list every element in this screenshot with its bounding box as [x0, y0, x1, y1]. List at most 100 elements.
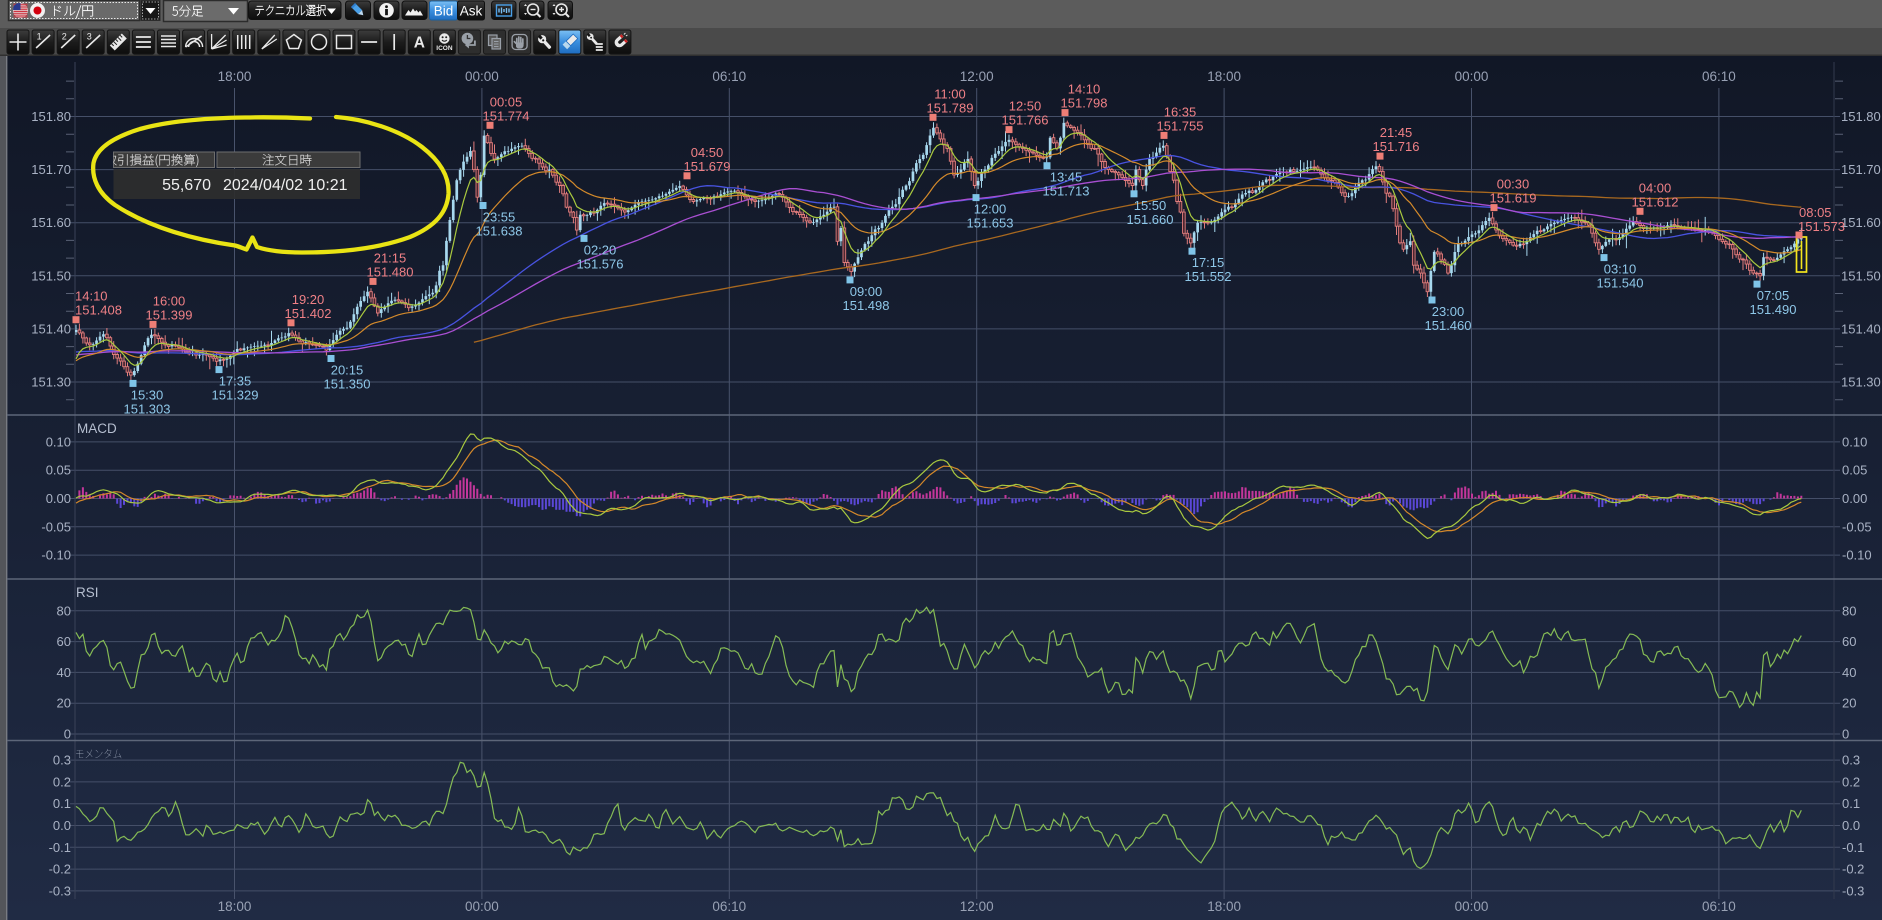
svg-text:151.540: 151.540	[1597, 276, 1644, 291]
svg-text:0.10: 0.10	[1842, 434, 1867, 449]
svg-text:03:10: 03:10	[1604, 262, 1637, 277]
svg-text:14:10: 14:10	[1068, 82, 1101, 97]
svg-text:151.50: 151.50	[31, 268, 71, 283]
svg-text:151.70: 151.70	[1841, 162, 1881, 177]
svg-text:151.716: 151.716	[1373, 139, 1420, 154]
svg-text:15:30: 15:30	[131, 387, 164, 402]
svg-text:-0.1: -0.1	[49, 840, 71, 855]
svg-text:151.766: 151.766	[1002, 113, 1049, 128]
svg-text:06:10: 06:10	[712, 69, 746, 84]
svg-text:55,670: 55,670	[162, 177, 211, 194]
svg-text:00:00: 00:00	[465, 69, 499, 84]
svg-text:151.619: 151.619	[1490, 191, 1537, 206]
svg-text:00:00: 00:00	[465, 899, 499, 914]
svg-text:0.1: 0.1	[1842, 796, 1860, 811]
svg-text:151.573: 151.573	[1798, 219, 1845, 234]
svg-text:151.660: 151.660	[1127, 212, 1174, 227]
svg-text:0.2: 0.2	[53, 774, 71, 789]
svg-text:-0.05: -0.05	[41, 519, 71, 534]
svg-text:0.1: 0.1	[53, 796, 71, 811]
svg-text:06:10: 06:10	[1702, 69, 1736, 84]
svg-text:151.638: 151.638	[476, 224, 523, 239]
svg-text:151.30: 151.30	[1841, 375, 1881, 390]
svg-text:151.329: 151.329	[212, 388, 259, 403]
svg-text:16:35: 16:35	[1164, 104, 1197, 119]
svg-text:0.3: 0.3	[53, 753, 71, 768]
svg-text:151.40: 151.40	[1841, 321, 1881, 336]
svg-text:3: 3	[87, 32, 92, 42]
svg-text:Bid: Bid	[434, 4, 454, 19]
svg-text:00:05: 00:05	[490, 94, 523, 109]
svg-text:12:00: 12:00	[960, 899, 994, 914]
svg-text:21:15: 21:15	[374, 250, 407, 265]
svg-text:151.713: 151.713	[1043, 184, 1090, 199]
svg-text:08:05: 08:05	[1799, 205, 1832, 220]
svg-text:151.679: 151.679	[684, 159, 731, 174]
svg-text:151.60: 151.60	[1841, 215, 1881, 230]
svg-text:02:20: 02:20	[584, 242, 617, 257]
svg-text:0.05: 0.05	[46, 463, 71, 478]
svg-text:151.774: 151.774	[483, 108, 530, 123]
svg-text:-0.10: -0.10	[41, 548, 71, 563]
svg-text:RSI: RSI	[76, 585, 99, 600]
svg-text:04:50: 04:50	[691, 145, 724, 160]
svg-text:151.408: 151.408	[75, 303, 122, 318]
svg-text:151.350: 151.350	[324, 377, 371, 392]
svg-text:60: 60	[57, 634, 71, 649]
svg-text:-0.3: -0.3	[49, 883, 71, 898]
svg-text:06:10: 06:10	[1702, 899, 1736, 914]
svg-text:151.303: 151.303	[124, 401, 171, 416]
svg-text:21:45: 21:45	[1380, 125, 1413, 140]
svg-text:18:00: 18:00	[218, 69, 252, 84]
svg-text:151.80: 151.80	[1841, 109, 1881, 124]
svg-text:151.50: 151.50	[1841, 268, 1881, 283]
svg-text:151.60: 151.60	[31, 215, 71, 230]
svg-text:151.576: 151.576	[577, 256, 624, 271]
svg-text:-0.3: -0.3	[1842, 883, 1864, 898]
svg-text:07:05: 07:05	[1757, 288, 1790, 303]
svg-text:00:00: 00:00	[1455, 69, 1489, 84]
svg-text:06:10: 06:10	[712, 899, 746, 914]
svg-text:0: 0	[64, 727, 71, 742]
svg-text:-0.2: -0.2	[1842, 862, 1864, 877]
svg-text:0.10: 0.10	[46, 434, 71, 449]
svg-text:-0.10: -0.10	[1842, 548, 1872, 563]
svg-text:0.00: 0.00	[1842, 491, 1867, 506]
svg-text:80: 80	[57, 603, 71, 618]
svg-text:Ask: Ask	[460, 4, 483, 19]
svg-text:151.789: 151.789	[927, 100, 974, 115]
svg-text:00:00: 00:00	[1455, 899, 1489, 914]
svg-text:151.490: 151.490	[1750, 302, 1797, 317]
svg-text:MACD: MACD	[77, 421, 117, 436]
svg-text:40: 40	[1842, 665, 1856, 680]
svg-text:0.0: 0.0	[1842, 818, 1860, 833]
svg-text:04:00: 04:00	[1639, 180, 1672, 195]
svg-text:151.498: 151.498	[843, 298, 890, 313]
svg-text:09:00: 09:00	[850, 284, 883, 299]
svg-text:40: 40	[57, 665, 71, 680]
svg-text:0: 0	[1842, 727, 1849, 742]
svg-text:17:35: 17:35	[219, 374, 252, 389]
svg-text:151.552: 151.552	[1185, 269, 1232, 284]
svg-text:20:15: 20:15	[331, 363, 364, 378]
svg-text:0.05: 0.05	[1842, 463, 1867, 478]
svg-text:A: A	[414, 35, 425, 52]
svg-text:151.399: 151.399	[146, 307, 193, 322]
svg-text:151.755: 151.755	[1157, 118, 1204, 133]
svg-text:23:55: 23:55	[483, 210, 516, 225]
svg-text:151.460: 151.460	[1425, 318, 1472, 333]
svg-text:18:00: 18:00	[218, 899, 252, 914]
svg-text:0.3: 0.3	[1842, 753, 1860, 768]
svg-text:80: 80	[1842, 603, 1856, 618]
svg-text:0.00: 0.00	[46, 491, 71, 506]
svg-text:-0.05: -0.05	[1842, 519, 1872, 534]
svg-text:151.40: 151.40	[31, 321, 71, 336]
svg-text:17:15: 17:15	[1192, 255, 1225, 270]
svg-text:19:20: 19:20	[292, 292, 325, 307]
svg-text:2: 2	[62, 32, 67, 42]
svg-text:20: 20	[57, 696, 71, 711]
svg-text:14:10: 14:10	[75, 289, 108, 304]
svg-text:18:00: 18:00	[1207, 899, 1241, 914]
svg-text:151.480: 151.480	[367, 264, 414, 279]
svg-text:-0.1: -0.1	[1842, 840, 1864, 855]
